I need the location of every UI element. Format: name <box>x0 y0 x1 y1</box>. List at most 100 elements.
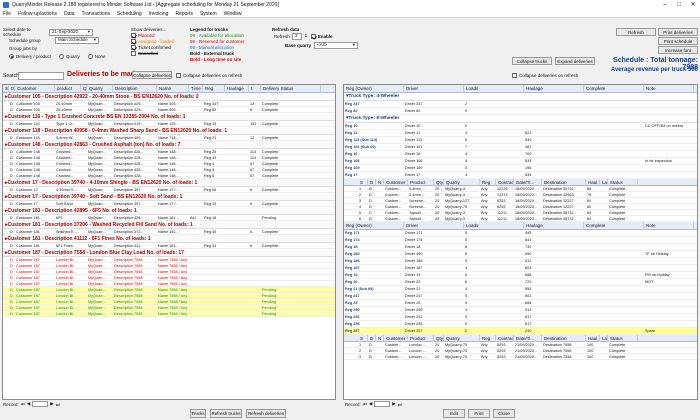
print-button[interactable]: Print <box>468 409 490 418</box>
menu-item-file[interactable]: File <box>3 11 11 17</box>
collapse-trucks-button[interactable]: Collapse trucks <box>512 57 552 65</box>
delivery-group-header[interactable]: ▸ Customer 148 - Description 42863 - Cru… <box>3 141 335 149</box>
column-header[interactable]: N <box>376 178 384 186</box>
column-header[interactable]: Haulage <box>225 85 249 93</box>
column-header[interactable]: Customer <box>384 334 408 342</box>
truck-row[interactable]: Reg 151 (Sub 69) Driver 151 7 487 <box>344 144 697 151</box>
column-header[interactable]: Quarry <box>444 334 480 342</box>
truck-row[interactable]: Reg 25 Driver 25 5 665 <box>344 300 697 307</box>
truck-row[interactable]: Reg 252 Driver 252 5 617 <box>344 314 697 321</box>
column-header[interactable]: Haulage <box>524 85 584 93</box>
column-header[interactable]: product <box>55 85 81 93</box>
column-header[interactable]: Qty <box>434 334 444 342</box>
column-header[interactable]: Driver <box>404 85 464 93</box>
column-header[interactable]: Quarry <box>444 178 480 186</box>
first-record-icon[interactable]: ⏮ <box>363 402 367 407</box>
column-header[interactable]: Quarry <box>87 85 113 93</box>
column-header[interactable]: Reg (Owner) <box>344 85 404 93</box>
truck-row[interactable]: Reg 113 (Sub 113) Driver 113 5 530 <box>344 137 697 144</box>
column-header[interactable]: Qty <box>434 178 444 186</box>
groupby-none-radio[interactable] <box>87 53 93 59</box>
column-header[interactable]: Haul... <box>586 178 600 186</box>
column-header[interactable]: N <box>376 334 384 342</box>
ticket-confirmed-checkbox[interactable] <box>131 44 136 50</box>
column-header[interactable]: Note <box>644 221 694 230</box>
column-header[interactable]: Contract <box>496 178 514 186</box>
edit-button[interactable]: Edit <box>443 409 465 418</box>
minimize-icon[interactable]: – <box>658 0 672 10</box>
menu-item-data[interactable]: Data <box>64 11 75 17</box>
column-header[interactable]: Destination <box>542 178 586 186</box>
truck-row[interactable]: Reg 256 Driver 256 5 617 <box>344 321 697 328</box>
delivery-group-header[interactable]: ▸ Customer 17 - Description 39740 - Soft… <box>3 193 335 201</box>
column-header[interactable]: Reg <box>480 178 496 186</box>
menu-item-transactions[interactable]: Transactions <box>82 11 110 17</box>
truck-row[interactable]: Reg 10 Driver 10 0 CC OFF/3M on mixers <box>344 123 697 130</box>
prev-record-icon[interactable]: ◀ <box>369 401 372 407</box>
menu-item-system[interactable]: System <box>200 11 217 17</box>
cancelled-checkbox[interactable] <box>131 50 136 56</box>
close-button[interactable]: Close <box>493 409 515 418</box>
last-record-icon[interactable]: ⏭ <box>56 402 60 407</box>
expand-deliveries-button[interactable]: Expand deliveries <box>555 57 595 65</box>
column-header[interactable]: Date/Ti... <box>514 334 542 342</box>
enable-refresh-checkbox[interactable] <box>310 33 316 39</box>
column-header[interactable]: Note <box>644 85 694 93</box>
assigned-checkbox[interactable] <box>131 38 136 44</box>
print-schedule-button[interactable]: Print schedule <box>658 37 698 45</box>
first-record-icon[interactable]: ⏮ <box>21 402 25 407</box>
column-header[interactable]: Contract <box>496 334 514 342</box>
column-header[interactable]: t <box>249 85 261 93</box>
delivery-group-header[interactable]: ▸ Customer 105 - Description 42922 - 20-… <box>3 93 335 101</box>
column-header[interactable]: Destination <box>542 334 586 342</box>
column-header[interactable]: Time <box>189 85 203 93</box>
increase-font-button[interactable]: Increase font <box>658 46 698 54</box>
column-header[interactable]: S <box>358 178 368 186</box>
delivery-group-header[interactable]: ▸ Customer 17 - Description 39740 - 4-10… <box>3 179 335 187</box>
truck-row[interactable]: Reg 186 Driver 186 5 512 <box>344 258 697 265</box>
delivery-group-header[interactable]: ▸ Customer 187 - Description 7558 - Lond… <box>3 249 335 257</box>
column-header[interactable]: Reg <box>480 334 496 342</box>
truck-type-header[interactable]: ▾ Truck Type: 8-Wheeler <box>344 115 697 123</box>
truck-row[interactable]: Reg 347 Driver 347 2 <box>344 101 697 108</box>
menu-item-follow-up-actions[interactable]: Follow-up/actions <box>18 11 57 17</box>
truck-row[interactable]: Reg 171 Driver 171 5 495 <box>344 230 697 237</box>
search-input[interactable] <box>18 72 64 80</box>
base-quarry-select[interactable]: <All> ▾ <box>314 41 358 49</box>
collapse-deliveries-button[interactable]: Collapse deliveries <box>132 71 172 79</box>
close-icon[interactable]: ✕ <box>686 0 700 10</box>
truck-row[interactable]: Reg 82 Driver 82 0 <box>344 108 697 115</box>
column-header[interactable]: Complete <box>584 221 644 230</box>
planned-checkbox[interactable] <box>131 32 136 38</box>
last-record-icon[interactable]: ⏭ <box>398 402 402 407</box>
right-collapse-checkbox[interactable] <box>512 73 517 78</box>
truck-row[interactable]: Reg 180 Driver 180 5 650 TF on Holiday <box>344 251 697 258</box>
next-record-icon[interactable]: ▶ <box>50 401 53 407</box>
column-header[interactable]: Haul... <box>586 334 600 342</box>
column-header[interactable]: Reg (Owner) <box>344 221 404 230</box>
truck-row[interactable]: Reg 18 Driver 18 6 730 <box>344 244 697 251</box>
column-header[interactable]: Date/Ti... <box>514 178 542 186</box>
column-header[interactable]: Customer <box>15 85 55 93</box>
column-header[interactable]: Customer <box>384 178 408 186</box>
truck-row[interactable]: Reg 20 Driver 20 6 720 MOT <box>344 279 697 286</box>
truck-row[interactable]: Reg 11 Driver 11 4 622 <box>344 130 697 137</box>
trucks-button[interactable]: Trucks <box>190 409 206 418</box>
column-header[interactable]: D <box>368 178 376 186</box>
groupby-delivery-radio[interactable] <box>9 53 14 59</box>
date-picker[interactable]: 21-Sep-2020 ▾ <box>49 28 93 36</box>
truck-row[interactable]: Reg 16 Driver 16 4 700 <box>344 151 697 158</box>
collapse-on-refresh-checkbox[interactable] <box>176 73 181 78</box>
next-record-icon[interactable]: ▶ <box>392 401 395 407</box>
refresh-interval-input[interactable]: 3 <box>292 32 302 40</box>
truck-row[interactable]: Reg 187 Driver 187 4 604 <box>344 265 697 272</box>
delivery-group-header[interactable]: ▸ Customer 181 - Description 42895 - 6F5… <box>3 207 335 215</box>
load-row[interactable]: 3 D Custom... London ... 20 MyQuarry-75 Any 529… <box>344 354 697 360</box>
column-header[interactable]: Loads <box>464 85 524 93</box>
truck-row[interactable]: Reg 19 Driver 19 5 688 PM on Holiday <box>344 272 697 279</box>
column-header[interactable]: Driver <box>404 221 464 230</box>
refresh-deliveries-button[interactable]: Refresh deliveries <box>246 409 286 418</box>
truck-row[interactable]: Reg 169 Driver 169 0 196 <box>344 165 697 172</box>
refresh-button[interactable]: Refresh <box>616 28 656 36</box>
menu-item-reports[interactable]: Reports <box>175 11 193 17</box>
